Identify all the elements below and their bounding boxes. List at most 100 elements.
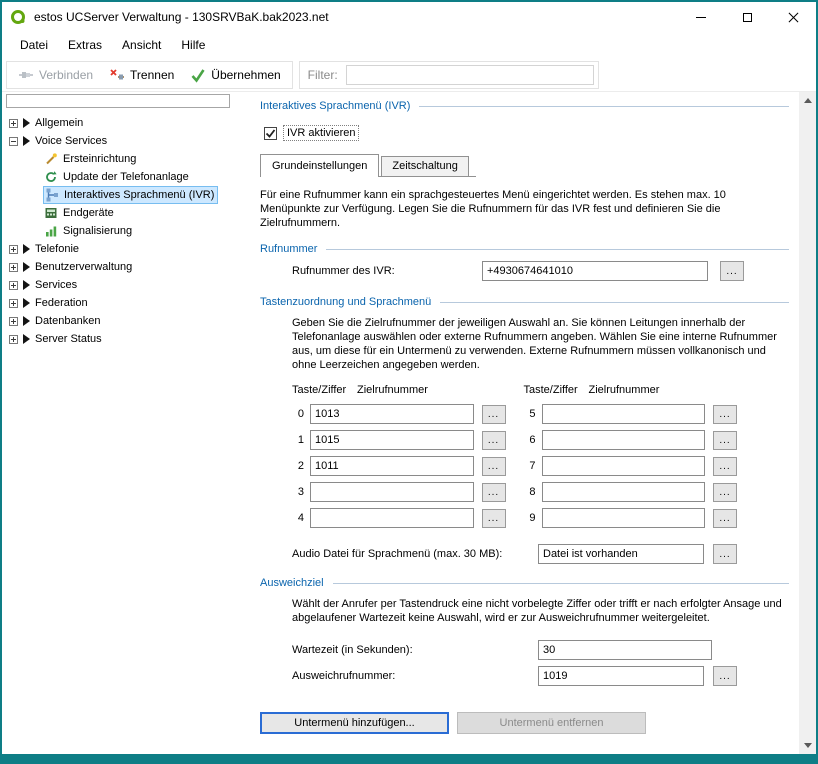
tree-item-services[interactable]: Services [2, 276, 252, 294]
key-row-0: 0 ... [292, 404, 506, 424]
browse-button-5[interactable]: ... [713, 405, 737, 424]
expand-icon[interactable] [9, 281, 18, 290]
browse-button-8[interactable]: ... [713, 483, 737, 502]
fallback-number-browse-button[interactable]: ... [713, 666, 737, 686]
target-number-input-5[interactable] [542, 404, 706, 424]
wizard-wand-icon [44, 152, 58, 166]
connect-button[interactable]: Verbinden [11, 64, 100, 86]
target-number-input-6[interactable] [542, 430, 706, 450]
expand-icon[interactable] [9, 299, 18, 308]
key-label: 6 [524, 434, 536, 446]
tree-item-server-status[interactable]: Server Status [2, 330, 252, 348]
key-row-4: 4 ... [292, 508, 506, 528]
disconnect-label: Trennen [130, 68, 174, 82]
expand-icon[interactable] [9, 335, 18, 344]
tree-item-datenbanken[interactable]: Datenbanken [2, 312, 252, 330]
minimize-button[interactable] [678, 2, 724, 32]
menu-hilfe[interactable]: Hilfe [171, 34, 215, 56]
target-number-input-2[interactable] [310, 456, 474, 476]
fallback-number-row: Ausweichrufnummer: ... [292, 666, 789, 686]
close-icon [788, 12, 799, 23]
tree-item-label: Datenbanken [35, 315, 100, 327]
wait-time-input[interactable] [538, 640, 712, 660]
expand-icon[interactable] [9, 245, 18, 254]
tree-item-signalisierung[interactable]: Signalisierung [2, 222, 252, 240]
tree-item-benutzerverwaltung[interactable]: Benutzerverwaltung [2, 258, 252, 276]
key-column-header: Taste/Ziffer [524, 384, 589, 396]
scroll-up-button[interactable] [799, 92, 816, 109]
signal-bars-icon [44, 224, 58, 238]
browse-button-7[interactable]: ... [713, 457, 737, 476]
tree-header-box[interactable] [6, 94, 230, 108]
tree-item-federation[interactable]: Federation [2, 294, 252, 312]
ivr-enable-checkbox[interactable] [264, 127, 277, 140]
target-number-input-8[interactable] [542, 482, 706, 502]
add-submenu-button[interactable]: Untermenü hinzufügen... [260, 712, 449, 734]
remove-submenu-button[interactable]: Untermenü entfernen [457, 712, 646, 734]
key-row-9: 9 ... [524, 508, 738, 528]
key-label: 9 [524, 512, 536, 524]
arrow-up-icon [804, 98, 812, 103]
group-tasten: Tastenzuordnung und Sprachmenü [260, 296, 789, 308]
tree-item-update-telefonanlage[interactable]: Update der Telefonanlage [2, 168, 252, 186]
tree-item-telefonie[interactable]: Telefonie [2, 240, 252, 258]
tree-item-label: Interaktives Sprachmenü (IVR) [64, 189, 214, 201]
navigation-tree: Allgemein Voice Services Ersteinrichtung [2, 92, 252, 754]
tree-item-label: Federation [35, 297, 88, 309]
tree-item-endgeraete[interactable]: Endgeräte [2, 204, 252, 222]
menu-extras[interactable]: Extras [58, 34, 112, 56]
browse-button-0[interactable]: ... [482, 405, 506, 424]
tree-item-allgemein[interactable]: Allgemein [2, 114, 252, 132]
key-column-header: Taste/Ziffer [292, 384, 357, 396]
category-icon [23, 118, 30, 128]
fallback-number-input[interactable] [538, 666, 704, 686]
browse-button-3[interactable]: ... [482, 483, 506, 502]
wait-time-label: Wartezeit (in Sekunden): [292, 644, 538, 656]
category-icon [23, 136, 30, 146]
tree-item-ersteinrichtung[interactable]: Ersteinrichtung [2, 150, 252, 168]
tree-item-voice-services[interactable]: Voice Services [2, 132, 252, 150]
ivr-enable-label[interactable]: IVR aktivieren [283, 125, 359, 141]
tree-item-label: Benutzerverwaltung [35, 261, 132, 273]
menu-ansicht[interactable]: Ansicht [112, 34, 171, 56]
filter-input[interactable] [346, 65, 594, 85]
check-icon [265, 128, 276, 139]
tab-zeitschaltung[interactable]: Zeitschaltung [381, 156, 468, 176]
target-number-input-7[interactable] [542, 456, 706, 476]
target-number-input-1[interactable] [310, 430, 474, 450]
tree-item-ivr[interactable]: Interaktives Sprachmenü (IVR) [2, 186, 252, 204]
apply-button[interactable]: Übernehmen [183, 64, 287, 86]
browse-button-4[interactable]: ... [482, 509, 506, 528]
vertical-scrollbar[interactable] [799, 92, 816, 754]
ivr-number-input[interactable] [482, 261, 708, 281]
target-number-input-0[interactable] [310, 404, 474, 424]
browse-button-2[interactable]: ... [482, 457, 506, 476]
browse-button-6[interactable]: ... [713, 431, 737, 450]
collapse-icon[interactable] [9, 137, 18, 146]
maximize-button[interactable] [724, 2, 770, 32]
device-keypad-icon [44, 206, 58, 220]
close-button[interactable] [770, 2, 816, 32]
browse-button-9[interactable]: ... [713, 509, 737, 528]
key-label: 4 [292, 512, 304, 524]
group-ausweichziel: Ausweichziel [260, 577, 789, 589]
menu-datei[interactable]: Datei [10, 34, 58, 56]
expand-icon[interactable] [9, 317, 18, 326]
scroll-down-button[interactable] [799, 737, 816, 754]
target-number-input-4[interactable] [310, 508, 474, 528]
category-icon [23, 244, 30, 254]
wait-time-row: Wartezeit (in Sekunden): [292, 640, 789, 660]
audio-file-input[interactable] [538, 544, 704, 564]
maximize-icon [743, 13, 752, 22]
tree-item-label: Voice Services [35, 135, 107, 147]
target-number-input-3[interactable] [310, 482, 474, 502]
disconnect-button[interactable]: Trennen [102, 64, 181, 86]
page-title: Interaktives Sprachmenü (IVR) [260, 100, 789, 112]
browse-button-1[interactable]: ... [482, 431, 506, 450]
ivr-number-browse-button[interactable]: ... [720, 261, 744, 281]
expand-icon[interactable] [9, 119, 18, 128]
expand-icon[interactable] [9, 263, 18, 272]
target-number-input-9[interactable] [542, 508, 706, 528]
tab-grundeinstellungen[interactable]: Grundeinstellungen [260, 154, 379, 177]
audio-file-browse-button[interactable]: ... [713, 544, 737, 564]
